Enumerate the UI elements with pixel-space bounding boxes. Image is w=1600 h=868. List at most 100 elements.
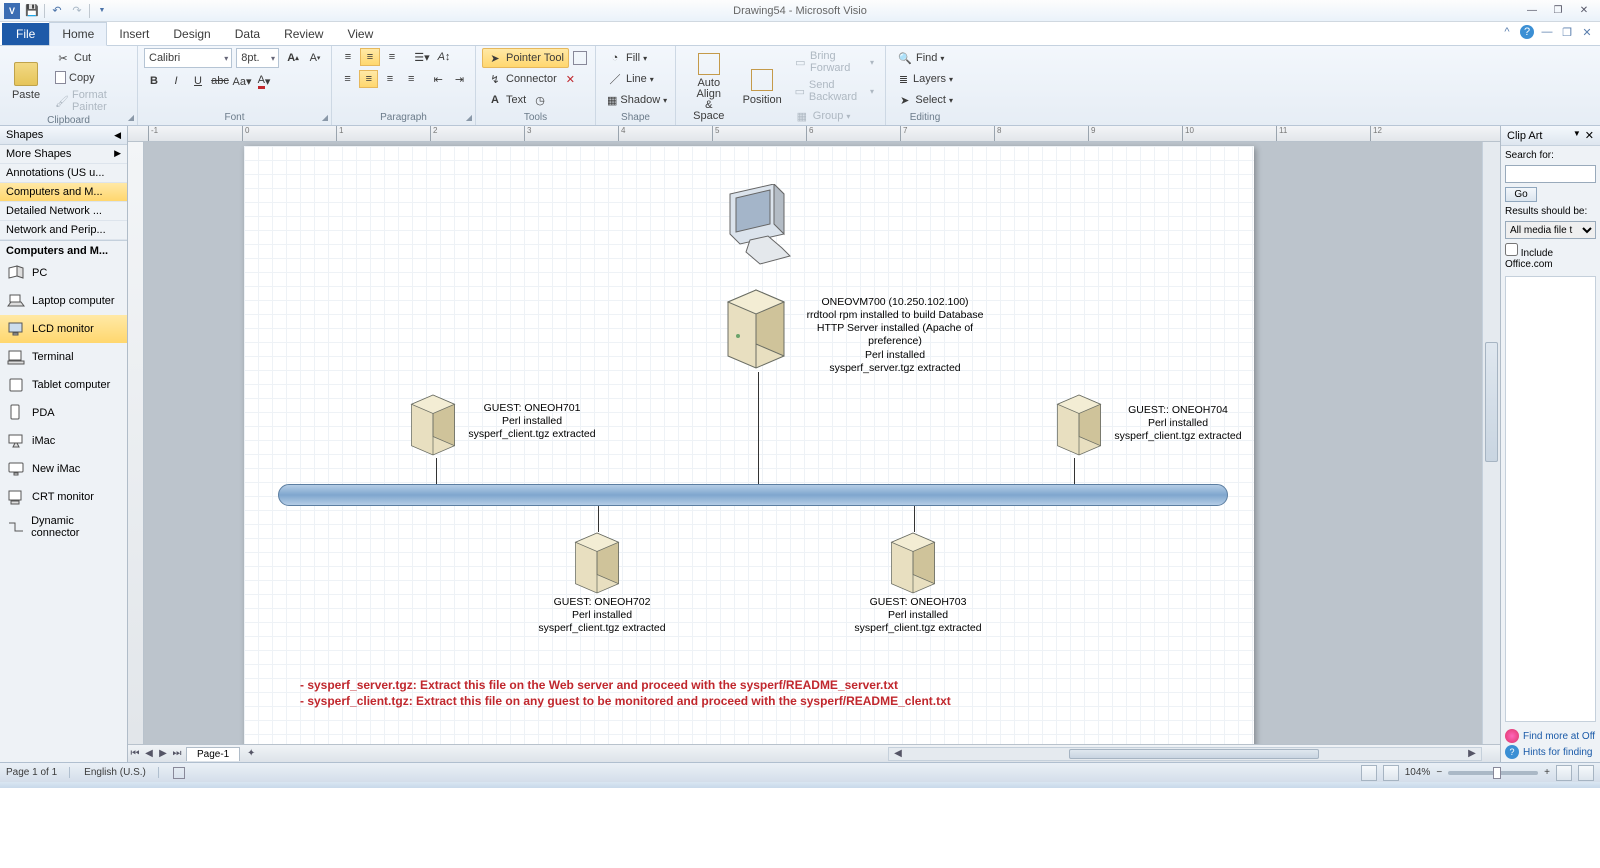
clip-art-dropdown-icon[interactable]: ▼ bbox=[1573, 129, 1581, 142]
hscroll-right-icon[interactable]: ▶ bbox=[1465, 748, 1479, 759]
stencil-annotations[interactable]: Annotations (US u... bbox=[0, 164, 127, 183]
bring-forward-button[interactable]: ▭Bring Forward▾ bbox=[789, 48, 879, 76]
vscroll-thumb[interactable] bbox=[1485, 342, 1498, 462]
stencil-detailed-network[interactable]: Detailed Network ... bbox=[0, 202, 127, 221]
text-tool-button[interactable]: AText bbox=[482, 90, 531, 110]
format-painter-button[interactable]: 🖌Format Painter bbox=[50, 87, 131, 115]
go-button[interactable]: Go bbox=[1505, 187, 1537, 202]
text-guest-701[interactable]: GUEST: ONEOH701 Perl installed sysperf_c… bbox=[462, 402, 602, 441]
more-shapes-item[interactable]: More Shapes▶ bbox=[0, 145, 127, 164]
zoom-in-icon[interactable]: + bbox=[1544, 767, 1550, 778]
shrink-font-icon[interactable]: A▾ bbox=[305, 49, 325, 67]
change-case-icon[interactable]: Aa▾ bbox=[232, 72, 252, 90]
shape-terminal[interactable]: Terminal bbox=[0, 343, 127, 371]
text-note-2[interactable]: - sysperf_client.tgz: Extract this file … bbox=[300, 694, 1000, 709]
fit-page-icon[interactable] bbox=[1556, 765, 1572, 781]
macro-record-icon[interactable] bbox=[173, 767, 185, 779]
media-type-select[interactable]: All media file t bbox=[1505, 221, 1596, 239]
hints-link[interactable]: ?Hints for finding bbox=[1505, 744, 1596, 760]
text-server-main[interactable]: ONEOVM700 (10.250.102.100) rrdtool rpm i… bbox=[800, 296, 990, 375]
page-last-icon[interactable]: ⏭ bbox=[170, 748, 184, 759]
fill-button[interactable]: ◔Fill▾ bbox=[602, 48, 669, 68]
connector-tool-button[interactable]: ↯Connector bbox=[482, 69, 562, 89]
horizontal-scrollbar[interactable]: ◀ ▶ bbox=[888, 747, 1482, 761]
page-prev-icon[interactable]: ◀ bbox=[142, 748, 156, 759]
tab-view[interactable]: View bbox=[335, 23, 385, 45]
select-button[interactable]: ➤Select▾ bbox=[892, 90, 958, 110]
tab-file[interactable]: File bbox=[2, 23, 49, 45]
align-middle-icon[interactable]: ≡ bbox=[360, 48, 380, 66]
tab-design[interactable]: Design bbox=[161, 23, 222, 45]
zoom-value[interactable]: 104% bbox=[1405, 767, 1431, 778]
ribbon-collapse-icon[interactable]: — bbox=[1540, 25, 1554, 39]
text-direction-icon[interactable]: A↕ bbox=[434, 48, 454, 66]
view-normal-icon[interactable] bbox=[1361, 765, 1377, 781]
cut-button[interactable]: ✂Cut bbox=[50, 48, 131, 68]
visio-app-icon[interactable]: V bbox=[4, 3, 20, 19]
text-guest-703[interactable]: GUEST: ONEOH703 Perl installed sysperf_c… bbox=[848, 596, 988, 635]
decrease-indent-icon[interactable]: ⇤ bbox=[429, 70, 448, 88]
font-size-combo[interactable]: 8pt. bbox=[236, 48, 279, 68]
clip-art-close-icon[interactable]: ✕ bbox=[1585, 129, 1594, 142]
paragraph-dialog-icon[interactable]: ◢ bbox=[466, 113, 472, 122]
underline-icon[interactable]: U bbox=[188, 72, 208, 90]
align-bottom-icon[interactable]: ≡ bbox=[382, 48, 402, 66]
hscroll-left-icon[interactable]: ◀ bbox=[891, 748, 905, 759]
shadow-button[interactable]: ▦Shadow▾ bbox=[602, 90, 669, 110]
strikethrough-icon[interactable]: abc bbox=[210, 72, 230, 90]
drawing-canvas[interactable]: ONEOVM700 (10.250.102.100) rrdtool rpm i… bbox=[144, 142, 1482, 744]
shape-dynamic-connector[interactable]: Dynamic connector bbox=[0, 511, 127, 543]
shape-network-bus[interactable] bbox=[278, 484, 1228, 506]
send-backward-button[interactable]: ▭Send Backward▾ bbox=[789, 77, 879, 105]
group-button[interactable]: ▦Group▾ bbox=[789, 106, 879, 126]
connector-702[interactable] bbox=[598, 506, 599, 532]
shape-server-704[interactable] bbox=[1054, 392, 1104, 458]
grow-font-icon[interactable]: A▴ bbox=[283, 49, 303, 67]
shapes-collapse-icon[interactable]: ◀ bbox=[114, 130, 121, 141]
copy-button[interactable]: Copy bbox=[50, 69, 131, 86]
drawing-page[interactable]: ONEOVM700 (10.250.102.100) rrdtool rpm i… bbox=[244, 146, 1254, 744]
bullets-icon[interactable]: ☰▾ bbox=[412, 48, 432, 66]
shape-server-701[interactable] bbox=[408, 392, 458, 458]
find-more-link[interactable]: Find more at Off bbox=[1505, 728, 1596, 744]
tab-data[interactable]: Data bbox=[223, 23, 272, 45]
align-top-icon[interactable]: ≡ bbox=[338, 48, 358, 66]
shape-server-main[interactable] bbox=[724, 286, 788, 372]
shape-pc[interactable]: PC bbox=[0, 259, 127, 287]
clipboard-dialog-icon[interactable]: ◢ bbox=[128, 113, 134, 122]
shape-new-imac[interactable]: New iMac bbox=[0, 455, 127, 483]
align-left-icon[interactable]: ≡ bbox=[338, 70, 357, 88]
include-office-input[interactable] bbox=[1505, 243, 1518, 256]
status-language[interactable]: English (U.S.) bbox=[84, 767, 159, 778]
stencil-network-periph[interactable]: Network and Perip... bbox=[0, 221, 127, 240]
bold-icon[interactable]: B bbox=[144, 72, 164, 90]
shape-lcd-monitor-instance[interactable] bbox=[724, 184, 804, 270]
pointer-tool-button[interactable]: ➤Pointer Tool bbox=[482, 48, 569, 68]
paste-button[interactable]: Paste bbox=[6, 59, 46, 104]
connector-main[interactable] bbox=[758, 372, 759, 488]
ribbon-minimize-icon[interactable]: ^ bbox=[1500, 25, 1514, 39]
shape-pda[interactable]: PDA bbox=[0, 399, 127, 427]
ribbon-close-icon[interactable]: ✕ bbox=[1580, 25, 1594, 39]
redo-icon[interactable]: ↷ bbox=[69, 3, 85, 19]
shape-crt-monitor[interactable]: CRT monitor bbox=[0, 483, 127, 511]
qat-customize-icon[interactable]: ▼ bbox=[94, 3, 110, 19]
rectangle-tool-icon[interactable] bbox=[573, 51, 587, 65]
ink-tool-icon[interactable]: ◷ bbox=[535, 94, 545, 107]
page-tab-1[interactable]: Page-1 bbox=[186, 747, 240, 761]
line-button[interactable]: ／Line▾ bbox=[602, 69, 669, 89]
search-input[interactable] bbox=[1505, 165, 1596, 183]
page-next-icon[interactable]: ▶ bbox=[156, 748, 170, 759]
tab-review[interactable]: Review bbox=[272, 23, 335, 45]
include-office-checkbox[interactable]: Include Office.com bbox=[1505, 243, 1596, 270]
new-page-icon[interactable]: ✦ bbox=[244, 748, 258, 759]
shape-laptop[interactable]: Laptop computer bbox=[0, 287, 127, 315]
font-color-icon[interactable]: A▾ bbox=[254, 72, 274, 90]
zoom-out-icon[interactable]: − bbox=[1436, 767, 1442, 778]
shape-server-703[interactable] bbox=[888, 530, 938, 596]
help-icon[interactable]: ? bbox=[1520, 25, 1534, 39]
zoom-slider[interactable] bbox=[1448, 771, 1538, 775]
save-icon[interactable]: 💾 bbox=[24, 3, 40, 19]
restore-icon[interactable]: ❐ bbox=[1546, 3, 1570, 19]
layers-button[interactable]: ≣Layers▾ bbox=[892, 69, 958, 89]
